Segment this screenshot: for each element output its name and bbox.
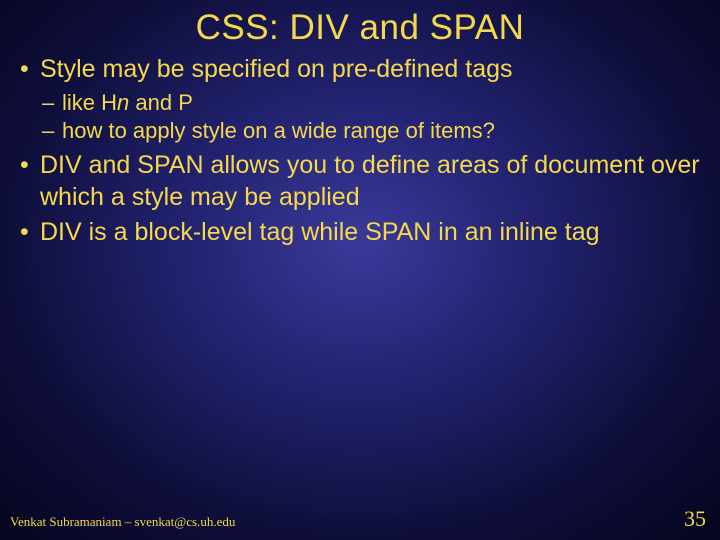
bullet-1-sub-1-italic: n [117,90,129,115]
bullet-1-text: Style may be specified on pre-defined ta… [40,55,513,83]
slide-title: CSS: DIV and SPAN [0,0,720,48]
bullet-1-sub-1: like Hn and P [40,89,702,117]
bullet-1-sub-1-prefix: like H [62,90,117,115]
bullet-1-sub-2: how to apply style on a wide range of it… [40,117,702,145]
bullet-1: Style may be specified on pre-defined ta… [18,54,702,144]
footer-author: Venkat Subramaniam – svenkat@cs.uh.edu [10,514,235,530]
bullet-1-sublist: like Hn and P how to apply style on a wi… [40,89,702,144]
slide-content: Style may be specified on pre-defined ta… [0,48,720,248]
bullet-list: Style may be specified on pre-defined ta… [18,54,702,248]
bullet-3: DIV is a block-level tag while SPAN in a… [18,217,702,248]
footer-page-number: 35 [684,506,706,532]
bullet-1-sub-1-suffix: and P [129,90,193,115]
slide: CSS: DIV and SPAN Style may be specified… [0,0,720,540]
bullet-2: DIV and SPAN allows you to define areas … [18,150,702,213]
